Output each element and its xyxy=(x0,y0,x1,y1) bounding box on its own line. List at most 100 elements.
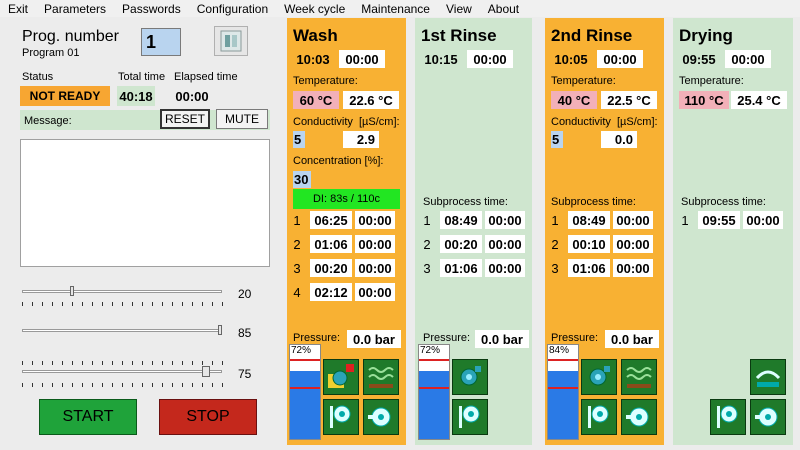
menu-parameters[interactable]: Parameters xyxy=(36,2,114,16)
step-time-set[interactable]: 00:20 xyxy=(440,235,482,253)
rinse1-sub-label: Subprocess time: xyxy=(423,196,508,208)
slider-1[interactable] xyxy=(22,286,222,302)
program-number-input[interactable]: 1 xyxy=(141,28,181,56)
menu-bar: Exit Parameters Passwords Configuration … xyxy=(0,0,800,17)
rinse2-heater-icon[interactable] xyxy=(621,359,657,395)
rinse2-tank: 84% xyxy=(547,344,579,440)
rinse1-tank: 72% xyxy=(418,344,450,440)
slider-tick xyxy=(222,361,223,365)
wash-tank-marker-top xyxy=(290,359,320,361)
menu-exit[interactable]: Exit xyxy=(0,2,36,16)
step-number: 1 xyxy=(293,212,301,228)
status-badge: NOT READY xyxy=(20,86,110,106)
start-button[interactable]: START xyxy=(39,399,137,435)
rinse2-circulation-pump-icon[interactable] xyxy=(581,399,617,435)
slider-3-track xyxy=(22,370,222,373)
slider-3[interactable] xyxy=(22,366,222,382)
slider-3-ticks-top xyxy=(22,361,223,365)
detergent-pump-icon[interactable] xyxy=(323,359,359,395)
menu-configuration[interactable]: Configuration xyxy=(189,2,276,16)
rinse2-temp-set[interactable]: 40 °C xyxy=(551,91,597,109)
wash-time-elapsed: 00:00 xyxy=(339,50,385,68)
wash-steps: 1 06:25 00:00 2 01:06 00:00 3 00:20 00:0… xyxy=(293,211,403,301)
rinse2-time-set: 10:05 xyxy=(554,51,588,67)
wash-cond-actual: 2.9 xyxy=(343,131,379,148)
menu-week-cycle[interactable]: Week cycle xyxy=(276,2,353,16)
menu-view[interactable]: View xyxy=(438,2,480,16)
slider-tick xyxy=(122,383,123,387)
wash-temp-set[interactable]: 60 °C xyxy=(293,91,339,109)
rinse1-circulation-pump-icon[interactable] xyxy=(452,399,488,435)
rinse2-temp-label: Temperature: xyxy=(551,75,616,87)
mute-button[interactable]: MUTE xyxy=(216,109,268,129)
step-time-set[interactable]: 01:06 xyxy=(440,259,482,277)
slider-2-thumb[interactable] xyxy=(218,325,222,335)
slider-tick xyxy=(222,302,223,306)
slider-tick xyxy=(52,383,53,387)
slider-tick xyxy=(202,383,203,387)
elapsed-time-label: Elapsed time xyxy=(174,71,238,83)
slider-tick xyxy=(152,302,153,306)
rinse2-cond-set[interactable]: 5 xyxy=(551,131,563,148)
rinse2-time-elapsed: 00:00 xyxy=(597,50,643,68)
step-time-set[interactable]: 08:49 xyxy=(568,211,610,229)
total-time-label: Total time xyxy=(118,71,166,83)
slider-tick xyxy=(62,361,63,365)
drying-temp-set[interactable]: 110 °C xyxy=(679,91,729,109)
dryer-fan-icon[interactable] xyxy=(750,359,786,395)
slider-tick xyxy=(222,383,223,387)
drain-pump-icon[interactable] xyxy=(363,399,399,435)
wash-temp-actual: 22.6 °C xyxy=(343,91,399,109)
slider-tick xyxy=(102,302,103,306)
slider-1-thumb[interactable] xyxy=(70,286,74,296)
circulation-pump-icon[interactable] xyxy=(323,399,359,435)
step-time-set[interactable]: 00:10 xyxy=(568,235,610,253)
stop-button[interactable]: STOP xyxy=(159,399,257,435)
slider-tick xyxy=(142,383,143,387)
rinse1-pump-icon[interactable] xyxy=(452,359,488,395)
slider-tick xyxy=(52,302,53,306)
step-time-set[interactable]: 09:55 xyxy=(698,211,740,229)
slider-tick xyxy=(202,361,203,365)
step-number: 1 xyxy=(681,212,689,228)
slider-2[interactable] xyxy=(22,325,222,341)
step-time-set[interactable]: 01:06 xyxy=(310,235,352,253)
slider-tick xyxy=(132,302,133,306)
step-time-set[interactable]: 06:25 xyxy=(310,211,352,229)
message-label: Message: xyxy=(24,115,72,127)
step-time-elapsed: 00:00 xyxy=(485,211,525,229)
menu-maintenance[interactable]: Maintenance xyxy=(353,2,438,16)
step-time-set[interactable]: 01:06 xyxy=(568,259,610,277)
step-time-set[interactable]: 08:49 xyxy=(440,211,482,229)
drying-drain-pump-icon[interactable] xyxy=(750,399,786,435)
slider-tick xyxy=(132,383,133,387)
step-time-set[interactable]: 00:20 xyxy=(310,259,352,277)
step-time-elapsed: 00:00 xyxy=(613,235,653,253)
drying-circulation-pump-icon[interactable] xyxy=(710,399,746,435)
slider-tick xyxy=(62,302,63,306)
slider-3-thumb[interactable] xyxy=(202,366,210,377)
slider-tick xyxy=(72,302,73,306)
rinse2-pump-icon[interactable] xyxy=(581,359,617,395)
step-time-set[interactable]: 02:12 xyxy=(310,283,352,301)
rinse2-cond-actual: 0.0 xyxy=(601,131,637,148)
wash-tank: 72% xyxy=(289,344,321,440)
slider-tick xyxy=(212,361,213,365)
rinse2-drain-pump-icon[interactable] xyxy=(621,399,657,435)
wash-cond-label: Conductivity xyxy=(293,116,353,128)
wash-cond-set[interactable]: 5 xyxy=(293,131,305,148)
heater-icon[interactable] xyxy=(363,359,399,395)
slider-tick xyxy=(22,302,23,306)
slider-tick xyxy=(212,383,213,387)
slider-tick xyxy=(22,383,23,387)
rinse1-tank-fill xyxy=(419,371,449,439)
program-image-icon[interactable] xyxy=(214,26,248,56)
menu-about[interactable]: About xyxy=(480,2,527,16)
slider-tick xyxy=(162,361,163,365)
slider-tick xyxy=(112,361,113,365)
reset-button[interactable]: RESET xyxy=(160,109,210,129)
message-area[interactable] xyxy=(20,139,270,267)
slider-tick xyxy=(162,383,163,387)
menu-passwords[interactable]: Passwords xyxy=(114,2,189,16)
wash-conc-value[interactable]: 30 xyxy=(293,171,311,188)
